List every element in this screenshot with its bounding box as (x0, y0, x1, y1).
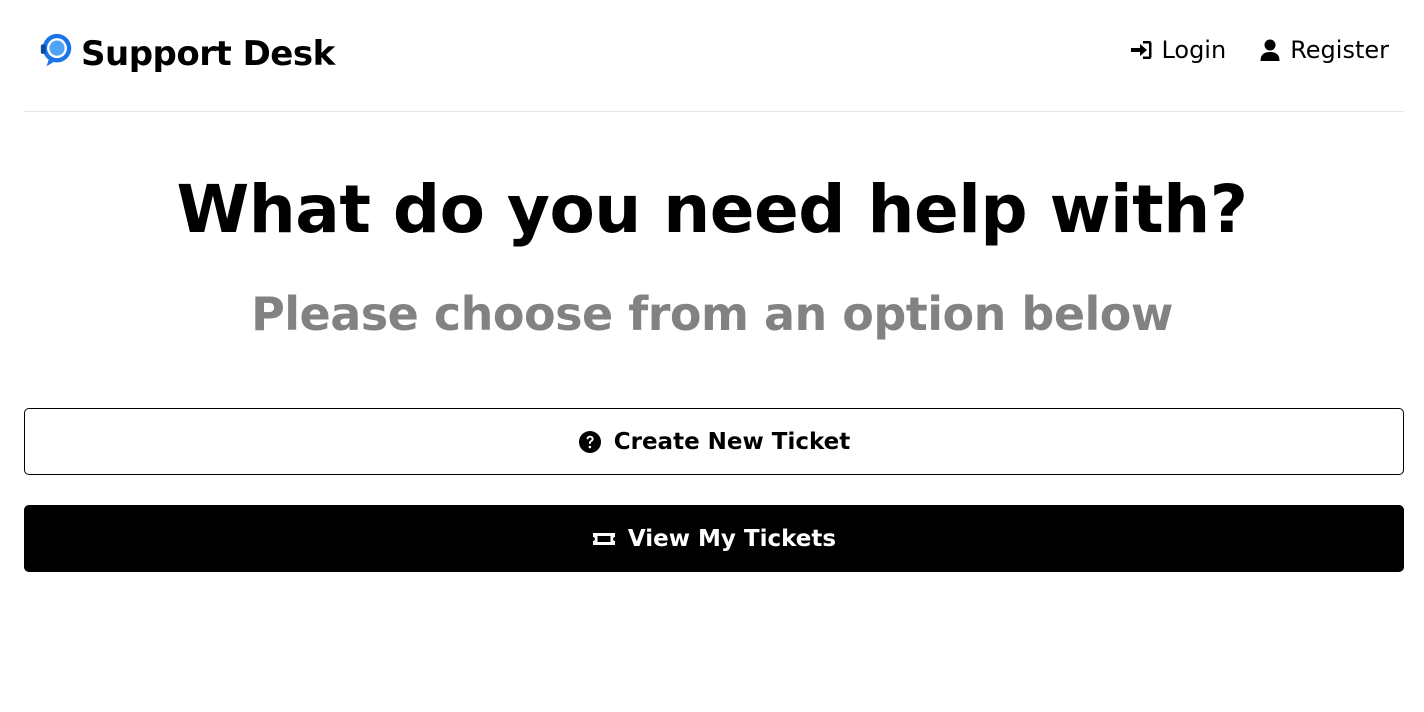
sign-in-icon (1131, 41, 1152, 59)
user-icon (1260, 39, 1280, 61)
register-link[interactable]: Register (1258, 36, 1389, 64)
support-chat-icon (40, 33, 72, 67)
page-title: What do you need help with? (176, 171, 1249, 248)
login-link[interactable]: Login (1129, 36, 1226, 64)
create-ticket-button[interactable]: Create New Ticket (24, 408, 1404, 475)
page: Support Desk Login Register What do you … (0, 0, 1424, 712)
create-ticket-label: Create New Ticket (613, 428, 851, 455)
page-subtitle: Please choose from an option below (251, 287, 1173, 341)
view-tickets-label: View My Tickets (627, 525, 837, 552)
hero-section: What do you need help with? Please choos… (0, 150, 1424, 357)
login-label: Login (1161, 36, 1227, 64)
top-nav: Login Register (1097, 36, 1389, 64)
register-label: Register (1290, 36, 1389, 64)
app-title: Support Desk (81, 34, 335, 74)
view-tickets-button[interactable]: View My Tickets (24, 505, 1404, 572)
question-circle-icon (578, 430, 601, 453)
ticket-icon (592, 532, 615, 545)
header: Support Desk Login Register (24, 0, 1404, 112)
logo-link[interactable]: Support Desk (38, 30, 335, 78)
